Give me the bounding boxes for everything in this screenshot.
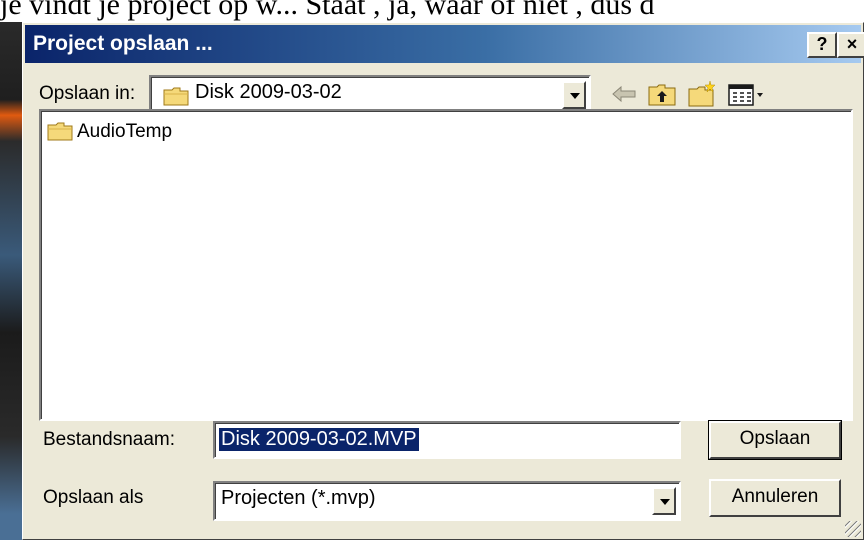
save-in-dropdown-arrow[interactable] — [562, 81, 586, 109]
save-as-dropdown-arrow[interactable] — [652, 487, 676, 515]
save-as-value: Projecten (*.mvp) — [221, 487, 376, 509]
save-project-dialog: Project opslaan ... ? × Opslaan in: Disk… — [22, 22, 864, 540]
cancel-button[interactable]: Annuleren — [709, 479, 841, 517]
title-bar[interactable]: Project opslaan ... ? × — [25, 25, 864, 63]
list-item-label: AudioTemp — [77, 121, 173, 142]
save-in-value: Disk 2009-03-02 — [195, 81, 342, 103]
save-as-label: Opslaan als — [43, 487, 144, 508]
filename-field[interactable]: Disk 2009-03-02.MVP — [213, 421, 681, 459]
folder-icon — [47, 122, 73, 141]
close-button[interactable]: × — [837, 32, 864, 58]
filename-value: Disk 2009-03-02.MVP — [219, 428, 419, 451]
up-folder-icon[interactable] — [647, 79, 677, 109]
background-page-strip: je vindt je project op w... Staat , ja, … — [0, 0, 864, 22]
file-list[interactable]: AudioTemp — [39, 109, 853, 421]
save-as-dropdown[interactable]: Projecten (*.mvp) — [213, 481, 681, 521]
save-button[interactable]: Opslaan — [708, 420, 842, 460]
new-folder-icon[interactable] — [687, 79, 717, 109]
help-button[interactable]: ? — [807, 32, 837, 58]
view-menu-icon[interactable] — [727, 79, 767, 109]
save-in-label: Opslaan in: — [39, 83, 136, 104]
back-arrow-icon[interactable] — [609, 79, 639, 109]
folder-icon — [163, 87, 189, 106]
dialog-title: Project opslaan ... — [33, 32, 213, 55]
background-left-edge — [0, 22, 22, 540]
filename-label: Bestandsnaam: — [43, 429, 176, 450]
background-page-text: je vindt je project op w... Staat , ja, … — [0, 0, 655, 21]
resize-grip[interactable] — [845, 521, 861, 537]
